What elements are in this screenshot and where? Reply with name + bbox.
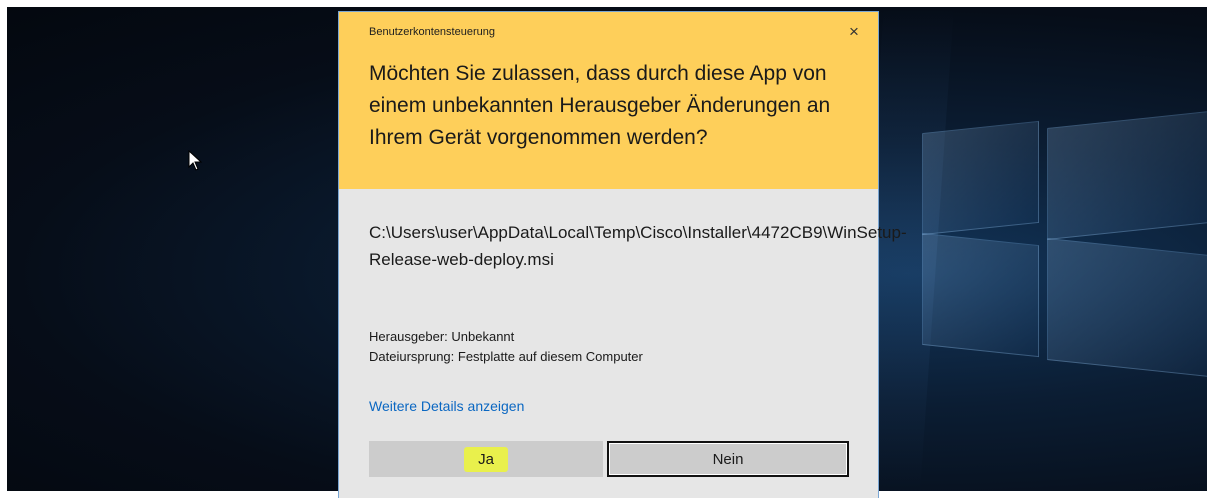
dialog-header: Benutzerkontensteuerung × Möchten Sie zu…	[339, 12, 878, 189]
windows-logo-icon	[922, 109, 1207, 427]
mouse-pointer-icon	[188, 150, 203, 171]
dialog-title: Benutzerkontensteuerung	[369, 26, 495, 38]
close-icon[interactable]: ×	[844, 22, 864, 42]
no-button[interactable]: Nein	[607, 441, 849, 477]
program-path: C:\Users\user\AppData\Local\Temp\Cisco\I…	[369, 223, 907, 269]
uac-dialog: Benutzerkontensteuerung × Möchten Sie zu…	[339, 12, 907, 498]
file-origin-info: Dateiursprung: Festplatte auf diesem Com…	[369, 349, 643, 364]
no-button-label: Nein	[712, 450, 744, 468]
yes-button[interactable]: Ja	[369, 441, 603, 477]
dialog-bottom-bar	[339, 490, 878, 498]
publisher-info: Herausgeber: Unbekannt	[369, 329, 515, 344]
show-details-link[interactable]: Weitere Details anzeigen	[369, 398, 524, 414]
yes-button-label: Ja	[464, 446, 508, 472]
dialog-question: Möchten Sie zulassen, dass durch diese A…	[369, 62, 831, 149]
